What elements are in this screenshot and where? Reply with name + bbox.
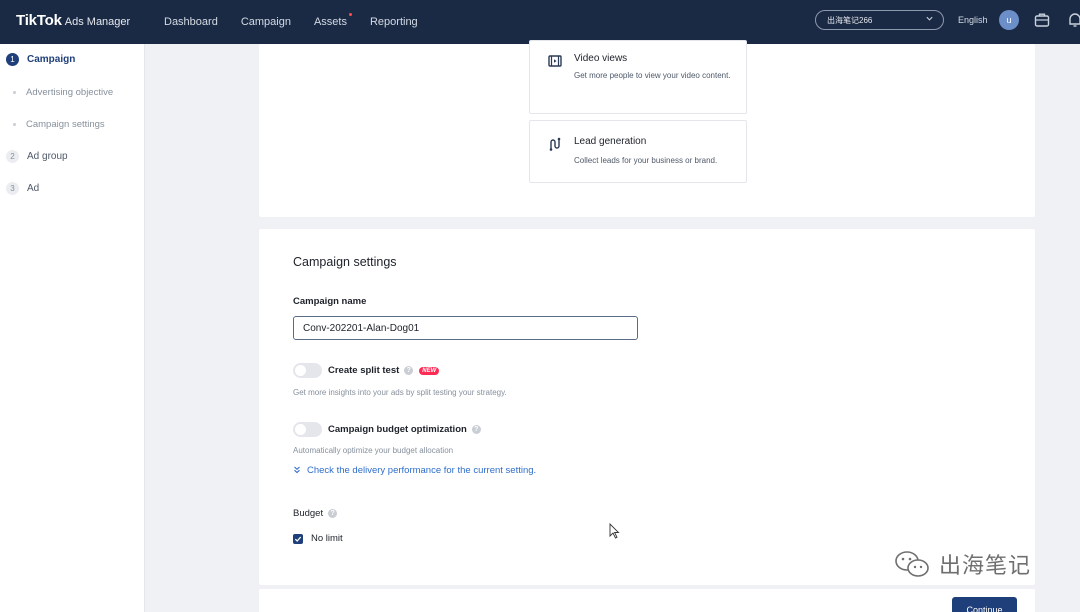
footer-bar: Continue (259, 589, 1035, 612)
no-limit-label[interactable]: No limit (311, 533, 343, 544)
help-icon[interactable]: ? (404, 366, 414, 375)
wechat-icon (895, 551, 929, 577)
bell-icon[interactable] (1066, 11, 1080, 29)
brand-name: TikTok (16, 12, 62, 29)
campaign-settings-panel: Campaign settings Campaign name Create s… (259, 229, 1035, 585)
step-label: Ad (27, 183, 40, 194)
budget-optimization-toggle[interactable] (293, 422, 322, 437)
help-icon[interactable]: ? (471, 425, 481, 434)
cursor-icon (609, 522, 620, 544)
budget-optimization-hint: Automatically optimize your budget alloc… (293, 446, 454, 455)
nav-campaign[interactable]: Campaign (241, 16, 291, 28)
substep-label: Advertising objective (26, 87, 114, 98)
main-nav: Dashboard Campaign Assets Reporting (164, 0, 441, 44)
sidebar-step-ad-group[interactable]: 2 Ad group (6, 150, 68, 163)
substep-label: Campaign settings (26, 119, 105, 130)
split-test-hint: Get more insights into your ads by split… (293, 388, 507, 397)
account-name: 出海笔记266 (827, 15, 873, 25)
nav-assets-label: Assets (313, 16, 347, 28)
objective-description: Get more people to view your video conte… (574, 71, 731, 80)
nav-dashboard[interactable]: Dashboard (164, 16, 218, 28)
brand-subtitle: Ads Manager (64, 16, 131, 28)
step-sidebar: 1 Campaign Advertising objective Campaig… (0, 44, 145, 612)
sidebar-step-campaign[interactable]: 1 Campaign (6, 53, 75, 66)
section-title: Campaign settings (293, 255, 397, 269)
split-test-toggle[interactable] (293, 363, 322, 378)
toggle-knob (295, 365, 306, 376)
delivery-performance-link[interactable]: Check the delivery performance for the c… (293, 465, 536, 476)
campaign-name-label: Campaign name (293, 296, 367, 307)
step-label: Campaign (27, 54, 76, 65)
watermark-text: 出海笔记 (939, 554, 1032, 579)
budget-optimization-label-row: Campaign budget optimization ? (328, 424, 481, 435)
sidebar-step-ad[interactable]: 3 Ad (6, 182, 39, 195)
briefcase-icon[interactable] (1033, 11, 1051, 29)
budget-optimization-label: Campaign budget optimization (328, 424, 467, 435)
step-number: 2 (6, 150, 19, 163)
notification-dot (348, 13, 352, 16)
film-icon (547, 53, 563, 69)
new-badge: NEW (419, 366, 440, 375)
sidebar-substep-advertising-objective[interactable]: Advertising objective (13, 87, 113, 98)
continue-button[interactable]: Continue (952, 597, 1017, 612)
check-icon (294, 536, 302, 542)
no-limit-checkbox[interactable] (293, 534, 303, 544)
budget-label: Budget (293, 508, 324, 519)
delivery-link-label: Check the delivery performance for the c… (307, 465, 537, 476)
split-test-label-row: Create split test ? NEW (328, 365, 440, 376)
watermark: 出海笔记 (893, 548, 1031, 580)
brand-logo[interactable]: TikTok Ads Manager (16, 12, 130, 29)
objective-description: Collect leads for your business or brand… (574, 156, 718, 165)
budget-label-row: Budget ? (293, 508, 338, 519)
campaign-name-input[interactable] (293, 316, 638, 340)
step-number: 3 (6, 182, 19, 195)
help-icon[interactable]: ? (328, 509, 338, 518)
bullet (13, 91, 16, 94)
top-navigation-bar: TikTok Ads Manager Dashboard Campaign Ass… (0, 0, 1080, 44)
avatar[interactable]: u (999, 10, 1019, 30)
objective-title: Video views (574, 53, 628, 64)
account-selector[interactable]: 出海笔记266 (815, 10, 944, 30)
objective-card-lead-generation[interactable]: Lead generation Collect leads for your b… (529, 120, 747, 183)
step-label: Ad group (27, 151, 68, 162)
advertising-objective-panel: Video views Get more people to view your… (259, 40, 1035, 217)
objective-card-video-views[interactable]: Video views Get more people to view your… (529, 40, 747, 114)
split-test-label: Create split test (328, 365, 400, 376)
nav-reporting[interactable]: Reporting (370, 16, 418, 28)
objective-title: Lead generation (574, 136, 647, 147)
lead-icon (547, 136, 563, 152)
toggle-knob (295, 424, 306, 435)
sidebar-substep-campaign-settings[interactable]: Campaign settings (13, 119, 105, 130)
language-selector[interactable]: English (958, 15, 988, 25)
nav-assets[interactable]: Assets (313, 13, 352, 28)
step-number: 1 (6, 53, 19, 66)
double-chevron-down-icon (293, 466, 301, 476)
chevron-down-icon (925, 14, 934, 25)
bullet (13, 123, 16, 126)
